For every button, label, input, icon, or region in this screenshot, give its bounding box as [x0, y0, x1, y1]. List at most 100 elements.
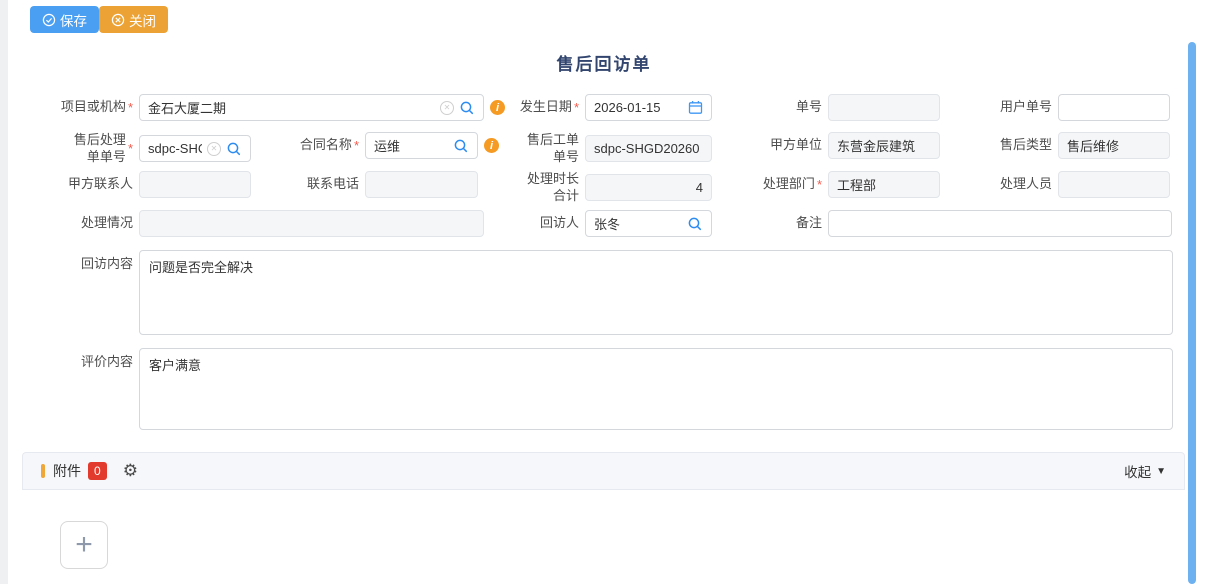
required-mark: *: [817, 177, 822, 192]
handle-no-input[interactable]: [148, 136, 202, 161]
handler-input-box: [1058, 171, 1170, 198]
field-visitor: 回访人: [505, 210, 712, 237]
remark-input-box: [828, 210, 1172, 237]
field-party-a-unit: 甲方单位: [740, 132, 940, 159]
chevron-down-icon: ▼: [1156, 466, 1166, 477]
user-doc-no-input-box: [1058, 94, 1170, 121]
field-contract: 合同名称 * i: [280, 132, 499, 159]
add-attachment-button[interactable]: +: [60, 521, 108, 569]
field-doc-no: 单号: [740, 94, 940, 121]
search-icon[interactable]: [453, 138, 469, 154]
party-a-contact-label: 甲方联系人: [68, 176, 133, 193]
collapse-toggle[interactable]: 收起 ▼: [1124, 461, 1166, 481]
handler-label: 处理人员: [1000, 176, 1052, 193]
aftersales-type-input[interactable]: [1067, 133, 1161, 158]
clear-icon[interactable]: ✕: [207, 142, 221, 156]
required-mark: *: [128, 141, 133, 156]
project-label: 项目或机构: [61, 99, 126, 116]
attachments-title: 附件: [53, 461, 81, 481]
close-button[interactable]: 关闭: [99, 6, 168, 33]
aftersales-type-label: 售后类型: [1000, 137, 1052, 154]
visit-content-label: 回访内容: [81, 256, 133, 273]
party-a-unit-input[interactable]: [837, 133, 931, 158]
eval-content-textarea[interactable]: 客户满意: [139, 348, 1173, 430]
field-project: 项目或机构 * ✕ i: [30, 94, 505, 121]
search-icon[interactable]: [687, 216, 703, 232]
handle-status-label: 处理情况: [81, 215, 133, 232]
handle-no-input-box: ✕: [139, 135, 251, 162]
field-handle-no: 售后处理 单单号 * ✕: [30, 132, 251, 166]
handle-status-input[interactable]: [148, 211, 475, 236]
occur-date-input-box: [585, 94, 712, 121]
search-icon[interactable]: [459, 100, 475, 116]
user-doc-no-input[interactable]: [1067, 95, 1161, 120]
contract-input-box: [365, 132, 478, 159]
remark-label: 备注: [796, 215, 822, 232]
project-input-box: ✕: [139, 94, 484, 121]
calendar-icon[interactable]: [688, 100, 703, 115]
field-handle-dept: 处理部门 *: [740, 171, 940, 198]
field-party-a-contact: 甲方联系人: [30, 171, 251, 198]
vertical-scrollbar[interactable]: [1188, 42, 1196, 584]
visitor-input-box: [585, 210, 712, 237]
handler-input[interactable]: [1067, 172, 1161, 197]
field-handle-status: 处理情况: [30, 210, 484, 237]
info-icon[interactable]: i: [484, 138, 499, 153]
section-accent-bar: [41, 464, 45, 478]
plus-icon: +: [75, 530, 93, 560]
collapse-label: 收起: [1124, 461, 1151, 481]
clear-icon[interactable]: ✕: [440, 101, 454, 115]
contact-phone-input-box: [365, 171, 478, 198]
contract-label: 合同名称: [300, 137, 352, 154]
doc-no-input-box: [828, 94, 940, 121]
visitor-label: 回访人: [540, 215, 579, 232]
visit-content-textarea[interactable]: 问题是否完全解决: [139, 250, 1173, 335]
handle-dept-input[interactable]: [837, 172, 931, 197]
duration-total-input[interactable]: [594, 175, 703, 200]
attachments-section: 附件 0 ⚙ 收起 ▼: [22, 452, 1185, 490]
attachments-header: 附件 0 ⚙ 收起 ▼: [22, 452, 1185, 490]
duration-total-input-box: [585, 174, 712, 201]
aftersales-visit-form-page: 保存 关闭 售后回访单 项目或机构 * ✕ i 发生日期 *: [0, 0, 1208, 584]
page-title: 售后回访单: [0, 50, 1208, 75]
search-icon[interactable]: [226, 141, 242, 157]
aftersales-type-input-box: [1058, 132, 1170, 159]
field-occur-date: 发生日期 *: [505, 94, 712, 121]
field-eval-content: 评价内容 客户满意: [30, 348, 1173, 430]
eval-content-label: 评价内容: [81, 354, 133, 371]
work-order-no-input-box: [585, 135, 712, 162]
field-handler: 处理人员: [970, 171, 1170, 198]
info-icon[interactable]: i: [490, 100, 505, 115]
required-mark: *: [128, 100, 133, 115]
handle-no-label: 售后处理 单单号: [74, 132, 126, 166]
contact-phone-input[interactable]: [374, 172, 469, 197]
close-button-label: 关闭: [129, 10, 156, 30]
occur-date-input[interactable]: [594, 95, 683, 120]
gear-icon[interactable]: ⚙: [123, 461, 138, 481]
party-a-unit-input-box: [828, 132, 940, 159]
handle-dept-label: 处理部门: [763, 176, 815, 193]
field-work-order-no: 售后工单 单号: [505, 132, 712, 166]
page-left-gutter: [0, 0, 8, 584]
attachments-count-badge: 0: [88, 462, 107, 479]
save-button-label: 保存: [60, 10, 87, 30]
contract-input[interactable]: [374, 133, 448, 158]
doc-no-input[interactable]: [837, 95, 931, 120]
visitor-input[interactable]: [594, 211, 682, 236]
duration-total-label: 处理时长 合计: [527, 171, 579, 205]
handle-status-input-box: [139, 210, 484, 237]
save-button[interactable]: 保存: [30, 6, 99, 33]
work-order-no-input[interactable]: [594, 136, 703, 161]
remark-input[interactable]: [837, 211, 1163, 236]
work-order-no-label: 售后工单 单号: [527, 132, 579, 166]
field-user-doc-no: 用户单号: [970, 94, 1170, 121]
project-input[interactable]: [148, 95, 435, 120]
field-visit-content: 回访内容 问题是否完全解决: [30, 250, 1173, 335]
occur-date-label: 发生日期: [520, 99, 572, 116]
contact-phone-label: 联系电话: [307, 176, 359, 193]
close-circle-icon: [111, 13, 125, 27]
party-a-contact-input[interactable]: [148, 172, 242, 197]
party-a-unit-label: 甲方单位: [770, 137, 822, 154]
field-aftersales-type: 售后类型: [970, 132, 1170, 159]
doc-no-label: 单号: [796, 99, 822, 116]
